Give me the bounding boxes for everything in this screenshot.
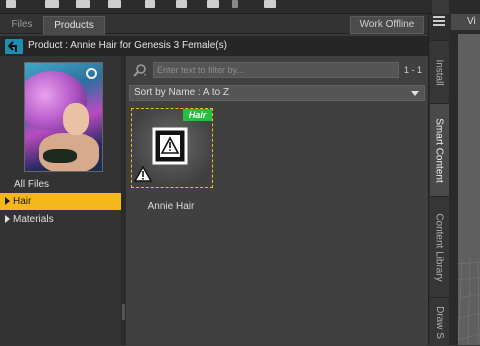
refresh-icon — [86, 68, 97, 79]
side-tab-install[interactable]: Install — [430, 40, 449, 103]
filter-row: 1 - 1 — [126, 60, 428, 80]
product-item-card[interactable]: Hair — [131, 108, 213, 188]
toolbar-icon[interactable] — [145, 0, 155, 8]
sort-selected-label: Sort by Name : A to Z — [134, 87, 230, 98]
viewport-tab[interactable]: Vi — [451, 14, 480, 30]
product-title: Product : Annie Hair for Genesis 3 Femal… — [28, 40, 227, 51]
back-arrow-icon — [8, 41, 17, 52]
product-item-label: Annie Hair — [147, 201, 195, 212]
toolbar-icon[interactable] — [45, 0, 59, 8]
item-type-tag: Hair — [183, 109, 212, 121]
viewport-panel: Vi — [449, 0, 480, 345]
main-toolbar — [0, 0, 432, 14]
panel-menu-icon[interactable] — [433, 15, 445, 27]
product-header: Product : Annie Hair for Genesis 3 Femal… — [0, 36, 428, 56]
search-icon[interactable] — [132, 63, 148, 77]
tab-files[interactable]: Files — [2, 16, 42, 34]
missing-preview-icon — [152, 127, 188, 165]
filter-input[interactable] — [153, 62, 399, 78]
toolbar-icon[interactable] — [76, 0, 90, 8]
chevron-down-icon — [411, 91, 419, 96]
side-tab-draw-settings[interactable]: Draw S — [430, 297, 449, 346]
tab-products[interactable]: Products — [43, 16, 105, 35]
side-tab-strip: Install Smart Content Content Library Dr… — [428, 14, 449, 346]
content-tab-bar: Files Products Work Offline — [0, 14, 428, 35]
back-button[interactable] — [5, 39, 23, 54]
side-tab-label: Content Library — [434, 212, 445, 282]
toolbar-icon[interactable] — [264, 0, 276, 8]
viewport-canvas[interactable] — [458, 34, 480, 345]
results-pane: 1 - 1 Sort by Name : A to Z Hair Annie H… — [126, 56, 428, 345]
side-tab-content-library[interactable]: Content Library — [430, 196, 449, 297]
expand-arrow-icon[interactable] — [5, 215, 10, 223]
splitter-grip[interactable] — [122, 304, 125, 320]
category-label: All Files — [14, 179, 50, 190]
category-hair[interactable]: Hair — [0, 193, 121, 210]
category-label: Materials — [13, 214, 54, 225]
toolbar-icon[interactable] — [176, 0, 187, 8]
viewport-grid — [458, 258, 480, 345]
side-tab-label: Smart Content — [434, 117, 446, 183]
toolbar-icon[interactable] — [6, 0, 16, 8]
result-count: 1 - 1 — [403, 65, 422, 75]
work-offline-button[interactable]: Work Offline — [350, 16, 424, 34]
sort-dropdown[interactable]: Sort by Name : A to Z — [129, 85, 425, 101]
expand-arrow-icon[interactable] — [5, 197, 10, 205]
toolbar-icon[interactable] — [207, 0, 219, 8]
side-tab-smart-content[interactable]: Smart Content — [430, 103, 449, 196]
category-label: Hair — [13, 196, 32, 207]
category-panel: All Files Hair Materials — [0, 56, 121, 345]
side-tab-label: Install — [434, 58, 445, 86]
toolbar-icon[interactable] — [108, 0, 121, 8]
warning-icon — [134, 166, 152, 182]
side-tab-label: Draw S — [434, 305, 446, 339]
product-thumbnail[interactable] — [24, 62, 103, 172]
toolbar-icon[interactable] — [232, 0, 238, 8]
category-all-files[interactable]: All Files — [0, 176, 121, 193]
category-materials[interactable]: Materials — [0, 211, 121, 228]
